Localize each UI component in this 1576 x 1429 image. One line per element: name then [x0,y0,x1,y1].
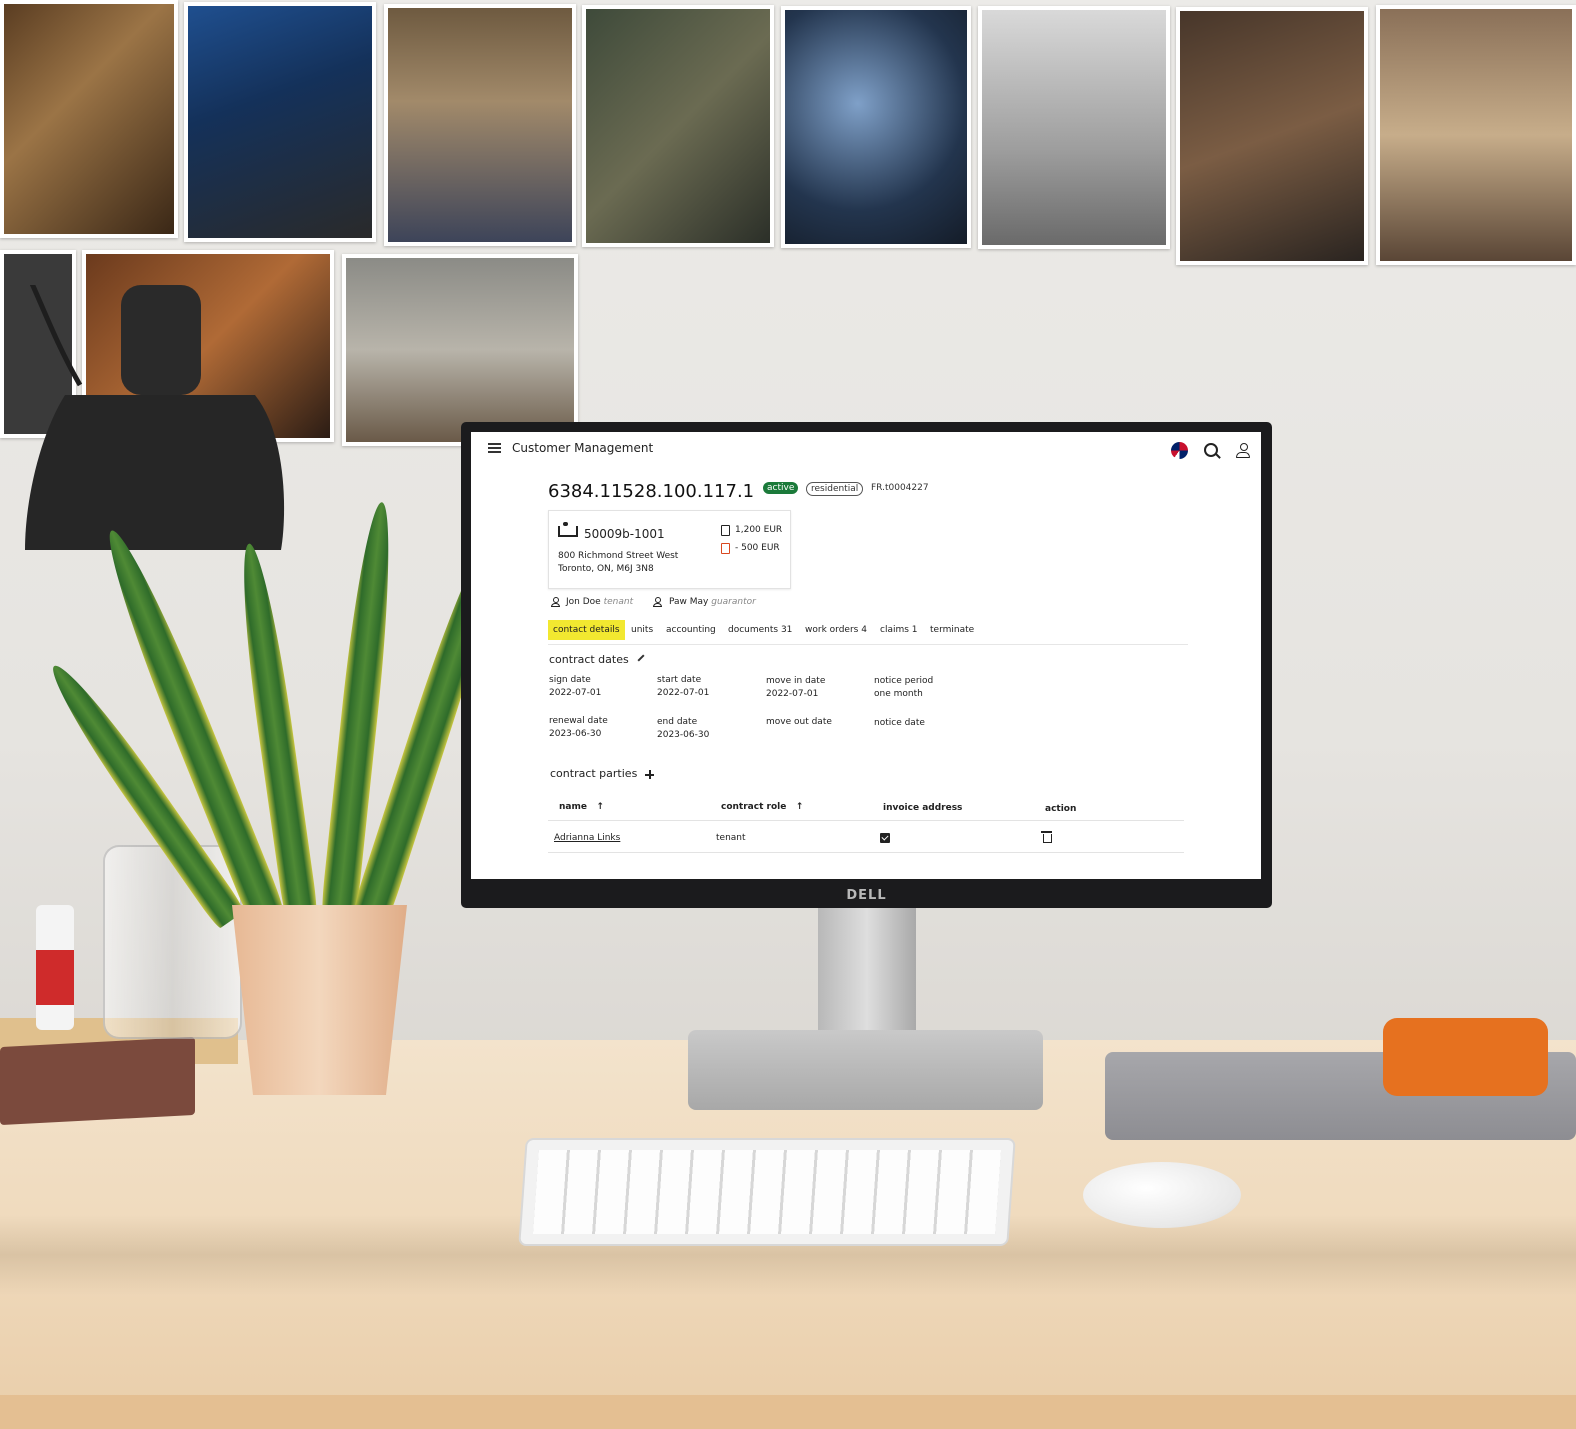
search-icon[interactable] [1204,443,1218,457]
person-icon [653,597,662,607]
sort-arrow-icon[interactable]: ↑ [796,802,804,812]
dell-logo: DELL [846,888,887,903]
renewal-date-value: 2023-06-30 [549,729,602,739]
column-contract-role[interactable]: contract role ↑ [721,802,803,812]
sign-date-label: sign date [549,675,591,685]
type-badge: residential [806,482,864,496]
column-action: action [1045,804,1077,814]
language-flag-icon[interactable] [1171,442,1188,459]
top-bar: Customer Management [471,432,1261,468]
unit-card: 50009b-1001 800 Richmond Street West Tor… [548,510,791,589]
account-icon[interactable] [1236,443,1250,458]
photo-potter [1176,7,1368,265]
tab-terminate[interactable]: terminate [930,625,974,635]
tab-contact-details[interactable]: contact details [548,620,625,640]
desk-lamp [25,285,285,550]
sign-date-value: 2022-07-01 [549,688,602,698]
column-invoice-address: invoice address [883,803,963,813]
contract-parties-title: contract parties [550,767,638,780]
glue-stick [36,905,74,1030]
rent-amount: 1,200 EUR [735,525,783,535]
photo-glassblower [781,6,971,248]
unit-number[interactable]: 50009b-1001 [584,527,665,541]
tab-bar: contact details units accounting documen… [548,620,1188,645]
invoice-address-checkbox-icon[interactable] [880,833,890,843]
notice-period-value: one month [874,689,923,699]
photo-wood-blocks [0,0,178,238]
photo-brewery [978,6,1170,249]
status-badge: active [763,482,799,494]
move-in-date-label: move in date [766,676,826,686]
notebook [0,1036,195,1126]
mouse[interactable] [1083,1162,1241,1228]
rent-document-icon [721,525,730,536]
person-tenant[interactable]: Jon Doe tenant [566,597,633,607]
tab-work-orders[interactable]: work orders 4 [805,625,867,635]
party-name-link[interactable]: Adrianna Links [554,833,620,843]
person-icon [551,597,560,607]
person-role: guarantor [711,597,756,607]
monitor-base [688,1030,1043,1110]
bed-icon [558,522,578,537]
tab-units[interactable]: units [631,625,653,635]
photo-chains [184,2,376,242]
end-date-value: 2023-06-30 [657,730,710,740]
photo-knife [384,4,576,246]
customer-management-app: Customer Management 6384.11528.100.117.1… [471,432,1261,879]
hamburger-menu-icon[interactable] [488,443,501,453]
table-header-divider [548,820,1184,821]
keyboard[interactable] [518,1138,1016,1246]
tab-accounting[interactable]: accounting [666,625,716,635]
photo-craftsman [342,254,578,446]
monitor: Customer Management 6384.11528.100.117.1… [461,422,1272,908]
table-row-divider [548,852,1184,853]
address-line-1: 800 Richmond Street West [558,551,679,561]
screen: Customer Management 6384.11528.100.117.1… [471,432,1261,879]
photo-ceramics [1376,5,1576,265]
address-line-2: Toronto, ON, M6J 3N8 [558,564,654,574]
start-date-label: start date [657,675,702,685]
app-title: Customer Management [512,441,654,455]
photo-tools [582,5,774,247]
start-date-value: 2022-07-01 [657,688,710,698]
end-date-label: end date [657,717,698,727]
deposit-document-icon [721,543,730,554]
deposit-amount: - 500 EUR [735,543,780,553]
notice-period-label: notice period [874,676,934,686]
delete-trash-icon[interactable] [1041,831,1052,843]
notice-date-label: notice date [874,718,925,728]
move-out-date-label: move out date [766,717,832,727]
contract-id: 6384.11528.100.117.1 [548,481,755,502]
person-name: Jon Doe [566,597,601,607]
sort-arrow-icon[interactable]: ↑ [596,802,604,812]
tab-documents[interactable]: documents 31 [728,625,792,635]
contract-dates-title: contract dates [549,653,629,666]
desk-edge [0,1395,1576,1429]
party-role: tenant [716,833,746,843]
external-drive [1383,1018,1548,1096]
reference-code: FR.t0004227 [871,483,929,493]
plant-pot [232,905,407,1095]
tab-claims[interactable]: claims 1 [880,625,918,635]
person-role: tenant [603,597,634,607]
person-name: Paw May [669,597,709,607]
renewal-date-label: renewal date [549,716,608,726]
edit-pencil-icon[interactable] [637,654,645,662]
add-party-plus-icon[interactable] [645,770,654,779]
person-guarantor[interactable]: Paw May guarantor [669,597,756,607]
column-name[interactable]: name ↑ [559,802,604,812]
move-in-date-value: 2022-07-01 [766,689,819,699]
